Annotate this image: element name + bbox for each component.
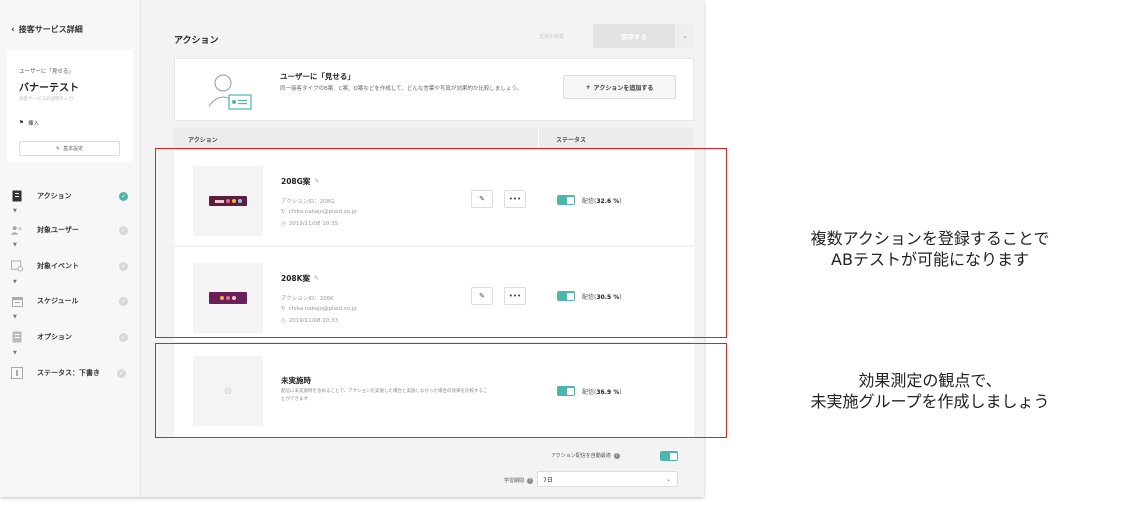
pencil-icon: ✎: [55, 145, 61, 152]
chevron-down-icon: ⌄: [665, 475, 671, 483]
chevron-down-icon: ▼: [13, 208, 17, 214]
column-header-action: アクション: [188, 137, 218, 144]
user-card-illustration-icon: [205, 68, 255, 112]
event-icon: [11, 260, 23, 273]
learning-period-select[interactable]: 7日 ⌄: [537, 471, 678, 487]
sidebar-item-target-users[interactable]: 対象ユーザー ✓: [11, 219, 131, 241]
flag-icon: ⚑: [19, 120, 24, 126]
add-action-label: アクションを追加する: [593, 84, 654, 92]
save-dropdown-button[interactable]: ⌄: [676, 24, 694, 48]
check-icon: ✓: [119, 332, 128, 342]
document-icon: [11, 190, 23, 203]
sidebar-item-action[interactable]: アクション ✓: [11, 185, 131, 207]
plus-icon: +: [585, 83, 591, 91]
note-line: 未実施グループを作成しましょう: [810, 392, 1050, 411]
annotation-note-ab-test: 複数アクションを登録することで ABテストが可能になります: [760, 228, 1100, 270]
sidebar-item-target-events[interactable]: 対象イベント ✓: [11, 255, 131, 277]
learning-period-value: 7日: [543, 476, 553, 484]
discard-changes-link[interactable]: 変更を破棄: [539, 33, 564, 40]
basic-settings-button[interactable]: ✎ 基本設定: [19, 141, 120, 156]
sidebar-item-label: 対象イベント: [37, 262, 79, 270]
page-title: アクション: [174, 36, 219, 46]
back-link[interactable]: ‹ 接客サービス詳細: [11, 24, 83, 35]
check-icon: ✓: [117, 368, 126, 378]
intro-title: ユーザーに「見せる」: [280, 72, 355, 81]
help-icon[interactable]: ?: [613, 452, 620, 459]
service-memo-input[interactable]: 接客サービスの説明を入力: [19, 96, 73, 102]
chevron-down-icon: ⌄: [682, 32, 688, 40]
column-header-status: ステータス: [556, 137, 587, 144]
chevron-down-icon: ▼: [13, 350, 17, 356]
note-line: 効果測定の観点で、: [858, 371, 1002, 390]
sidebar-item-label: 対象ユーザー: [37, 226, 79, 234]
check-icon: ✓: [119, 296, 128, 306]
column-divider: [538, 128, 539, 150]
save-button[interactable]: 保存する: [593, 24, 675, 48]
sidebar-item-options[interactable]: オプション ✓: [11, 326, 131, 348]
chevron-left-icon: ‹: [11, 24, 15, 35]
sidebar-item-status[interactable]: ステータス：下書き ✓: [11, 362, 131, 384]
service-card: ユーザーに「見せる」 バナーテスト 接客サービスの説明を入力 ⚑ 挿入 ✎ 基本…: [7, 50, 133, 162]
options-icon: [11, 331, 23, 344]
sidebar: ‹ 接客サービス詳細 ユーザーに「見せる」 バナーテスト 接客サービスの説明を入…: [0, 0, 141, 497]
add-action-button[interactable]: + アクションを追加する: [563, 75, 676, 99]
note-line: 複数アクションを登録することで: [810, 229, 1050, 248]
check-icon: ✓: [119, 225, 128, 235]
sidebar-item-label: ステータス：下書き: [37, 369, 100, 377]
sidebar-item-label: アクション: [37, 192, 72, 200]
help-icon[interactable]: ?: [527, 477, 534, 484]
check-icon: ✓: [119, 191, 128, 201]
status-icon: [11, 367, 23, 380]
intro-description: 同一接客タイプのB案、C案、D案などを作成して、どんな言葉や写真が効果的か比較し…: [280, 86, 523, 92]
insert-tag: ⚑ 挿入: [19, 119, 39, 127]
header: アクション 変更を破棄 保存する ⌄: [141, 24, 704, 50]
learning-period-text: 学習期間: [504, 478, 525, 484]
service-type-label: ユーザーに「見せる」: [19, 69, 74, 75]
table-header: アクション ステータス: [174, 128, 694, 150]
insert-tag-label: 挿入: [27, 121, 39, 127]
check-icon: ✓: [119, 261, 128, 271]
note-line: ABテストが可能になります: [831, 250, 1029, 269]
annotation-box-actions: [155, 148, 727, 338]
sidebar-item-schedule[interactable]: スケジュール ✓: [11, 290, 131, 312]
chevron-down-icon: ▼: [13, 314, 17, 320]
auto-optimize-text: アクション配信を自動最適: [551, 453, 611, 459]
annotation-note-control-group: 効果測定の観点で、 未実施グループを作成しましょう: [760, 370, 1100, 412]
auto-optimize-toggle[interactable]: [660, 451, 678, 461]
service-title[interactable]: バナーテスト: [19, 79, 79, 94]
sidebar-item-label: オプション: [37, 333, 72, 341]
auto-optimize-label: アクション配信を自動最適 ?: [551, 452, 620, 459]
calendar-icon: [11, 295, 23, 308]
back-link-label: 接客サービス詳細: [18, 25, 83, 34]
sidebar-item-label: スケジュール: [37, 297, 79, 305]
learning-period-label: 学習期間 ?: [504, 477, 534, 484]
intro-panel: ユーザーに「見せる」 同一接客タイプのB案、C案、D案などを作成して、どんな言葉…: [174, 58, 694, 121]
chevron-down-icon: ▼: [13, 242, 17, 248]
annotation-box-control: [155, 343, 727, 438]
basic-settings-label: 基本設定: [63, 146, 84, 152]
chevron-down-icon: ▼: [13, 279, 17, 285]
users-icon: [11, 224, 23, 237]
